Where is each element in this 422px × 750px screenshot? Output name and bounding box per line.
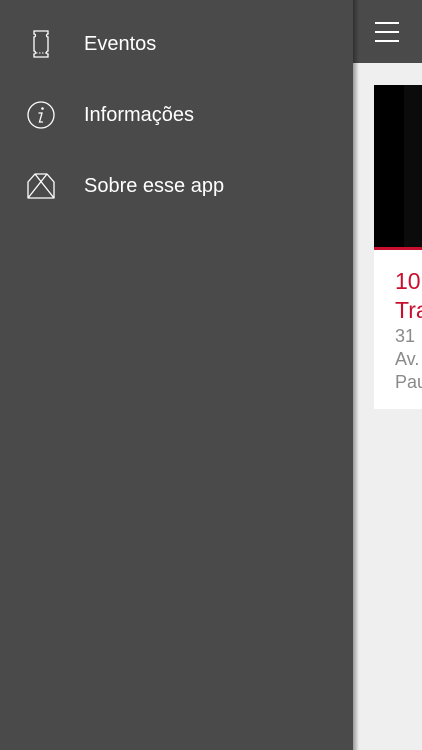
drawer-item-label: Sobre esse app [84, 174, 225, 197]
event-card[interactable]: 10 Tra 31 Av. Pau [374, 85, 422, 409]
envelope-icon [26, 171, 56, 201]
event-info: 31 Av. Pau [395, 326, 422, 392]
accent-divider [374, 247, 422, 250]
ticket-icon [26, 29, 56, 59]
event-image [374, 85, 422, 247]
event-title: 10 Tra [395, 268, 422, 323]
hamburger-icon[interactable] [375, 22, 399, 42]
main-content: 10 Tra 31 Av. Pau [353, 0, 422, 750]
drawer-item-sobre[interactable]: Sobre esse app [0, 156, 353, 216]
drawer-item-informacoes[interactable]: Informações [0, 85, 353, 145]
navigation-drawer: Eventos Informações Sobre esse app [0, 0, 353, 750]
drawer-item-label: Eventos [84, 32, 157, 55]
drawer-item-label: Informações [84, 103, 195, 126]
top-bar [353, 0, 422, 63]
info-icon [26, 100, 56, 130]
drawer-item-eventos[interactable]: Eventos [0, 14, 353, 74]
